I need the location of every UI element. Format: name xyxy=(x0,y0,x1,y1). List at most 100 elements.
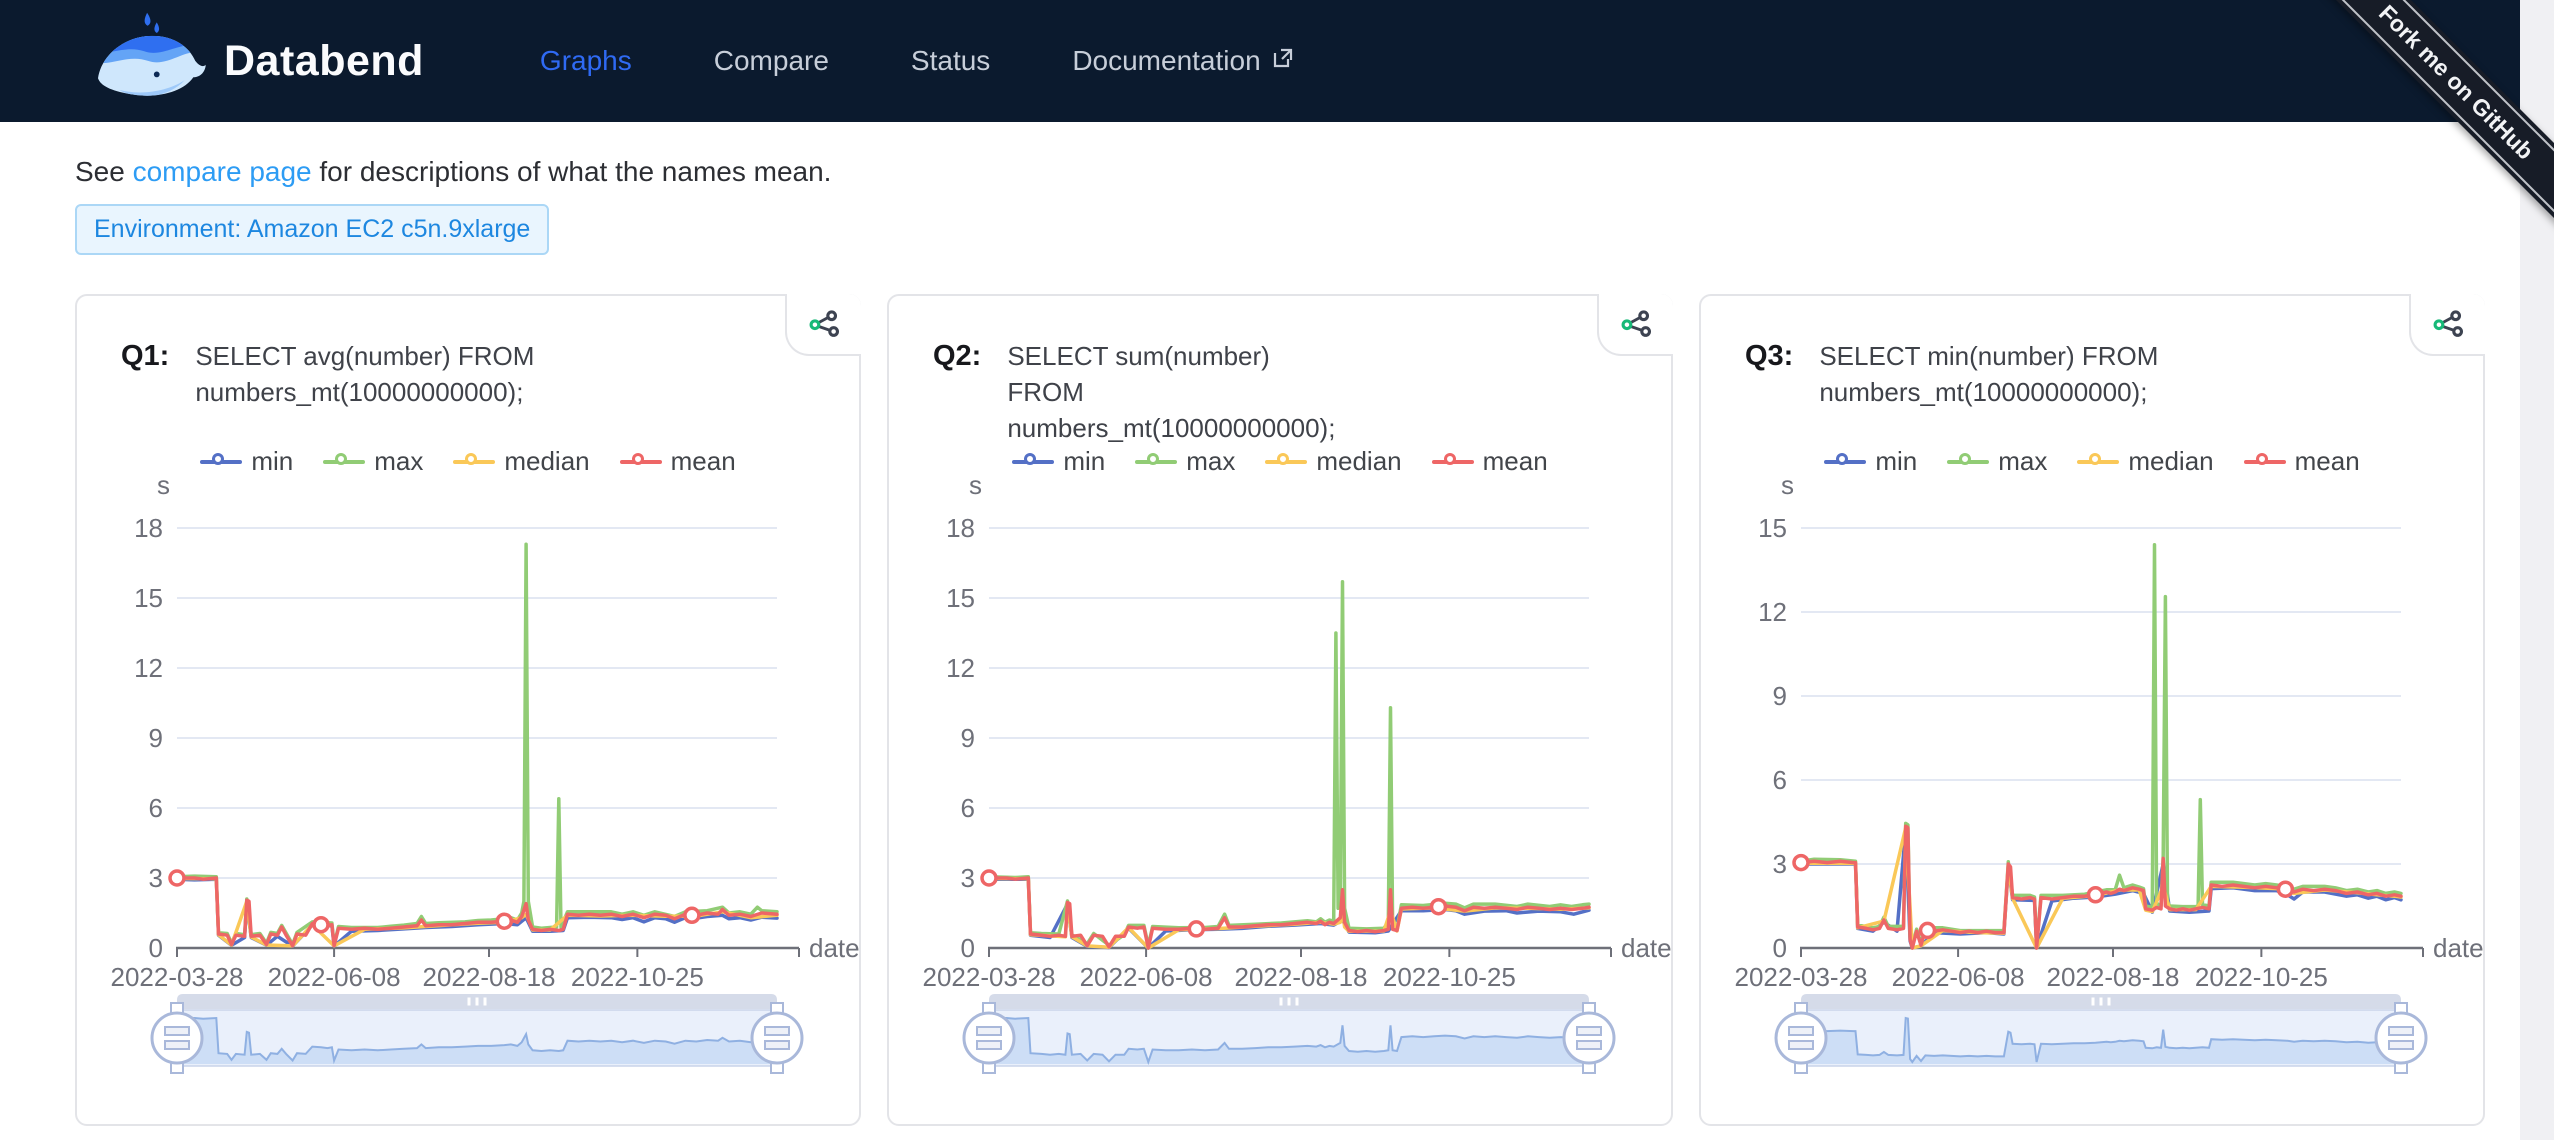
legend-marker-icon xyxy=(1947,453,1989,471)
query-id-label: Q2: xyxy=(933,338,981,374)
legend-item-median[interactable]: median xyxy=(453,446,589,477)
datazoom-grip-icon xyxy=(484,998,487,1006)
brand[interactable]: Databend xyxy=(92,7,424,116)
data-point-marker[interactable] xyxy=(170,871,184,885)
datazoom-grip-icon xyxy=(1288,998,1291,1006)
data-point-marker[interactable] xyxy=(1921,923,1935,937)
series-line-max xyxy=(989,582,1589,946)
y-tick-label: 15 xyxy=(946,583,975,613)
datazoom-slider[interactable] xyxy=(152,994,802,1073)
legend-item-median[interactable]: median xyxy=(1265,446,1401,477)
y-tick-label: 6 xyxy=(961,793,975,823)
main-nav: Graphs Compare Status Documentation xyxy=(540,45,1295,77)
x-axis-unit-label: date xyxy=(2433,933,2484,963)
legend-item-max[interactable]: max xyxy=(1135,446,1235,477)
share-button[interactable] xyxy=(2409,294,2485,356)
legend-item-min[interactable]: min xyxy=(1824,446,1917,477)
whale-eye xyxy=(154,71,160,77)
legend-marker-icon xyxy=(620,453,662,471)
y-axis-unit-label: s xyxy=(969,476,982,500)
query-sql-text: SELECT avg(number) FROM numbers_mt(10000… xyxy=(195,338,535,410)
page: Databend Graphs Compare Status Documenta… xyxy=(0,0,2554,1140)
data-point-marker[interactable] xyxy=(2278,882,2292,896)
whale-spout-drop xyxy=(154,22,159,33)
header: Databend Graphs Compare Status Documenta… xyxy=(0,0,2554,122)
legend-item-median[interactable]: median xyxy=(2077,446,2213,477)
legend-marker-icon xyxy=(453,453,495,471)
brand-name: Databend xyxy=(224,37,424,86)
databend-whale-logo-icon xyxy=(92,7,208,116)
external-link-icon xyxy=(1271,45,1295,77)
datazoom-grip-icon xyxy=(468,998,471,1006)
legend-marker-icon xyxy=(2077,453,2119,471)
nav-compare[interactable]: Compare xyxy=(714,45,829,77)
cards-row: Q1: SELECT avg(number) FROM numbers_mt(1… xyxy=(75,294,2485,1126)
y-tick-label: 6 xyxy=(1773,765,1787,795)
legend-label: max xyxy=(1186,446,1235,477)
y-tick-label: 9 xyxy=(961,723,975,753)
q2-chart-svg: s03691215182022-03-282022-06-082022-08-1… xyxy=(889,476,1675,1094)
legend-item-max[interactable]: max xyxy=(323,446,423,477)
chart-legend: min max median mean xyxy=(77,446,859,477)
data-point-marker[interactable] xyxy=(1794,856,1808,870)
y-tick-label: 15 xyxy=(134,583,163,613)
share-button[interactable] xyxy=(785,294,861,356)
nav-status[interactable]: Status xyxy=(911,45,990,77)
chart-title: Q3: SELECT min(number) FROM numbers_mt(1… xyxy=(1745,338,2159,410)
x-tick-label: 2022-08-18 xyxy=(423,962,556,992)
data-point-marker[interactable] xyxy=(314,918,328,932)
y-tick-label: 3 xyxy=(149,863,163,893)
series-line-max xyxy=(177,544,777,944)
nav-graphs[interactable]: Graphs xyxy=(540,45,632,77)
share-icon xyxy=(807,307,841,341)
legend-item-max[interactable]: max xyxy=(1947,446,2047,477)
y-tick-label: 18 xyxy=(134,513,163,543)
legend-label: max xyxy=(374,446,423,477)
legend-marker-icon xyxy=(200,453,242,471)
y-tick-label: 6 xyxy=(149,793,163,823)
legend-item-min[interactable]: min xyxy=(1012,446,1105,477)
q3-chart-svg: s036912152022-03-282022-06-082022-08-182… xyxy=(1701,476,2487,1094)
y-tick-label: 9 xyxy=(149,723,163,753)
data-point-marker[interactable] xyxy=(982,871,996,885)
legend-marker-icon xyxy=(2244,453,2286,471)
legend-item-min[interactable]: min xyxy=(200,446,293,477)
environment-badge: Environment: Amazon EC2 c5n.9xlarge xyxy=(75,204,549,255)
chart-title: Q1: SELECT avg(number) FROM numbers_mt(1… xyxy=(121,338,535,410)
data-point-marker[interactable] xyxy=(2089,888,2103,902)
x-tick-label: 2022-03-28 xyxy=(1735,962,1868,992)
x-axis-unit-label: date xyxy=(1621,933,1672,963)
share-button[interactable] xyxy=(1597,294,1673,356)
legend-marker-icon xyxy=(1012,453,1054,471)
y-axis-unit-label: s xyxy=(1781,476,1794,500)
y-tick-label: 3 xyxy=(1773,849,1787,879)
legend-label: mean xyxy=(671,446,736,477)
datazoom-grip-icon xyxy=(1280,998,1283,1006)
data-point-marker[interactable] xyxy=(497,914,511,928)
y-tick-label: 0 xyxy=(1773,933,1787,963)
legend-label: min xyxy=(251,446,293,477)
x-tick-label: 2022-10-25 xyxy=(1383,962,1516,992)
share-icon xyxy=(1619,307,1653,341)
data-point-marker[interactable] xyxy=(1189,922,1203,936)
compare-page-link[interactable]: compare page xyxy=(133,156,312,187)
data-point-marker[interactable] xyxy=(685,908,699,922)
x-tick-label: 2022-10-25 xyxy=(2195,962,2328,992)
datazoom-slider[interactable] xyxy=(964,994,1614,1073)
chart-title: Q2: SELECT sum(number) FROM numbers_mt(1… xyxy=(933,338,1347,446)
q1-chart-svg: s03691215182022-03-282022-06-082022-08-1… xyxy=(77,476,863,1094)
legend-item-mean[interactable]: mean xyxy=(620,446,736,477)
legend-item-mean[interactable]: mean xyxy=(2244,446,2360,477)
legend-label: median xyxy=(2128,446,2213,477)
y-tick-label: 18 xyxy=(946,513,975,543)
legend-label: max xyxy=(1998,446,2047,477)
intro-text: See compare page for descriptions of wha… xyxy=(75,156,831,188)
legend-item-mean[interactable]: mean xyxy=(1432,446,1548,477)
datazoom-grip-icon xyxy=(2108,998,2111,1006)
y-tick-label: 3 xyxy=(961,863,975,893)
datazoom-slider[interactable] xyxy=(1776,994,2426,1073)
nav-documentation[interactable]: Documentation xyxy=(1072,45,1294,77)
legend-marker-icon xyxy=(1432,453,1474,471)
data-point-marker[interactable] xyxy=(1432,900,1446,914)
y-tick-label: 0 xyxy=(961,933,975,963)
